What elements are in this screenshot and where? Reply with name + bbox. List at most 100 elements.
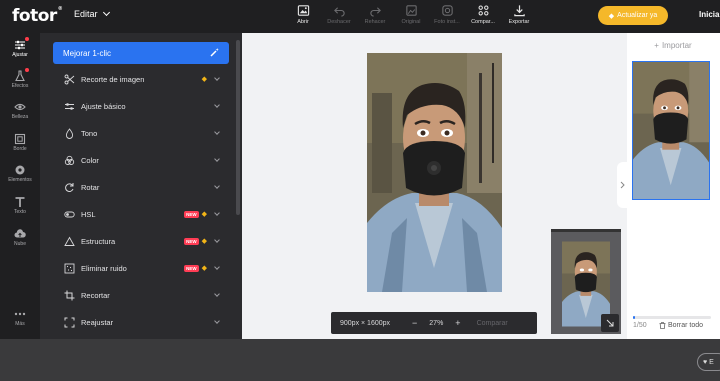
login-link[interactable]: Inicia (699, 10, 719, 19)
panel-item-recorte-de-imagen[interactable]: Recorte de imagen ◆ (53, 69, 229, 89)
toolbar-share-label: Compar... (471, 19, 495, 25)
zoom-in-button[interactable]: + (455, 318, 460, 328)
notification-dot (25, 68, 29, 72)
premium-diamond-icon: ◆ (201, 211, 207, 218)
panel-item-label: Rotar (81, 182, 100, 192)
toolbar-redo-label: Rehacer (364, 19, 386, 25)
panel-item-label: Recorte de imagen (81, 74, 145, 84)
panel-item-eliminar-ruido[interactable]: Eliminar ruido NEW ◆ (53, 258, 229, 278)
rail-item-elementos[interactable]: Elementos (0, 164, 40, 183)
toolbar-redo[interactable]: Rehacer (358, 4, 392, 28)
toolbar-original[interactable]: Original (394, 4, 428, 28)
rail-label: Borde (13, 146, 27, 152)
chevron-down-icon (214, 210, 220, 216)
one-click-enhance-button[interactable]: Mejorar 1-clic (53, 42, 229, 64)
chevron-right-icon (620, 181, 625, 189)
panel-item-color[interactable]: Color (53, 150, 229, 170)
collapse-arrow-icon (606, 319, 614, 327)
chevron-down-icon (214, 75, 220, 81)
toolbar-export-label: Exportar (508, 19, 530, 25)
icon-rail: Ajustar Efectos Belleza Borde Elementos … (0, 33, 40, 339)
rail-item-ajustar[interactable]: Ajustar (0, 37, 40, 58)
toolbar-open-label: Abrir (297, 19, 309, 25)
resize-icon (64, 317, 75, 327)
upgrade-button[interactable]: ◆ Actualizar ya (598, 6, 668, 25)
premium-diamond-icon: ◆ (201, 238, 207, 245)
panel-item-reajustar[interactable]: Reajustar (53, 312, 229, 332)
toolbar-instagram-label: Foto inst... (434, 19, 460, 25)
upload-quota-bar (633, 316, 711, 319)
rail-item-nube[interactable]: Nube (0, 228, 40, 247)
panel-item-label: Reajustar (81, 317, 114, 327)
rail-item-texto[interactable]: Texto (0, 196, 40, 215)
editor-menu[interactable]: Editar (74, 8, 110, 19)
rail-item-belleza[interactable]: Belleza (0, 101, 40, 120)
navigator-preview[interactable] (551, 229, 621, 334)
notification-dot (25, 37, 29, 41)
panel-item-recortar[interactable]: Recortar (53, 285, 229, 305)
open-image-icon (297, 5, 309, 16)
sliders-icon (65, 102, 74, 110)
feedback-button[interactable]: ♥ E (697, 353, 720, 371)
compare-button[interactable]: Comparar (477, 320, 508, 327)
import-button[interactable]: + Importar (633, 37, 713, 54)
panel-item-rotar[interactable]: Rotar (53, 177, 229, 197)
panel-item-hsl[interactable]: HSL NEW ◆ (53, 204, 229, 224)
toolbar-instagram[interactable]: Foto inst... (430, 4, 464, 28)
toolbar-original-label: Original (401, 19, 421, 25)
chevron-down-icon (214, 183, 220, 189)
plus-icon: + (654, 41, 659, 50)
shapes-icon (15, 165, 25, 175)
toolbar-share[interactable]: Compar... (466, 4, 500, 28)
cloud-icon (14, 229, 26, 238)
rail-item-borde[interactable]: Borde (0, 133, 40, 152)
clear-all-button[interactable]: Borrar todo (659, 322, 703, 329)
chevron-down-icon (214, 237, 220, 243)
rail-label: Belleza (11, 114, 29, 120)
redo-icon (369, 7, 381, 17)
edited-photo[interactable] (367, 53, 502, 292)
toolbar-undo[interactable]: Deshacer (322, 4, 356, 28)
rail-label: Efectos (11, 83, 29, 89)
right-panel-toggle[interactable] (617, 162, 627, 208)
toolbar-export[interactable]: Exportar (502, 4, 536, 28)
panel-item-label: Eliminar ruido (81, 263, 127, 273)
rail-label: Texto (14, 209, 26, 215)
rail-item-efectos[interactable]: Efectos (0, 68, 40, 89)
share-icon (478, 5, 488, 16)
upgrade-label: Actualizar ya (617, 12, 658, 19)
panel-item-label: Ajuste básico (81, 101, 126, 111)
toolbar-undo-label: Deshacer (327, 19, 351, 25)
panel-scrollbar[interactable] (236, 40, 240, 215)
image-thumbnail-selected[interactable] (632, 61, 710, 200)
crop-icon (64, 290, 75, 300)
editor-menu-label: Editar (74, 9, 98, 19)
top-bar: fotor® Editar Abrir Deshacer Rehacer Ori… (0, 0, 720, 33)
bottom-area (0, 339, 720, 381)
chevron-down-icon (214, 264, 220, 270)
new-badge: NEW (184, 210, 199, 218)
image-dimensions: 900px × 1600px (340, 319, 391, 327)
heart-icon: ♥ (703, 358, 708, 366)
panel-item-estructura[interactable]: Estructura NEW ◆ (53, 231, 229, 251)
instagram-icon (441, 5, 453, 16)
fotor-logo[interactable]: fotor® (12, 6, 63, 26)
toolbar-open[interactable]: Abrir (286, 4, 320, 28)
scissors-icon (64, 74, 75, 84)
rail-item-mas[interactable]: Más (0, 308, 40, 327)
new-badge: NEW (184, 264, 199, 272)
chevron-down-icon (214, 291, 220, 297)
chevron-down-icon (214, 129, 220, 135)
panel-item-tono[interactable]: Tono (53, 123, 229, 143)
panel-item-label: Color (81, 155, 99, 165)
import-label: Importar (661, 41, 692, 50)
download-icon (513, 5, 525, 17)
chevron-down-icon (214, 156, 220, 162)
feedback-label: E (709, 358, 714, 366)
rail-label: Elementos (8, 177, 32, 183)
zoom-out-button[interactable]: − (412, 318, 417, 328)
panel-item-ajuste-basico[interactable]: Ajuste básico (53, 96, 229, 116)
collapse-navigator-button[interactable] (601, 314, 619, 332)
panel-item-label: HSL (81, 209, 96, 219)
premium-diamond-icon: ◆ (201, 265, 207, 272)
